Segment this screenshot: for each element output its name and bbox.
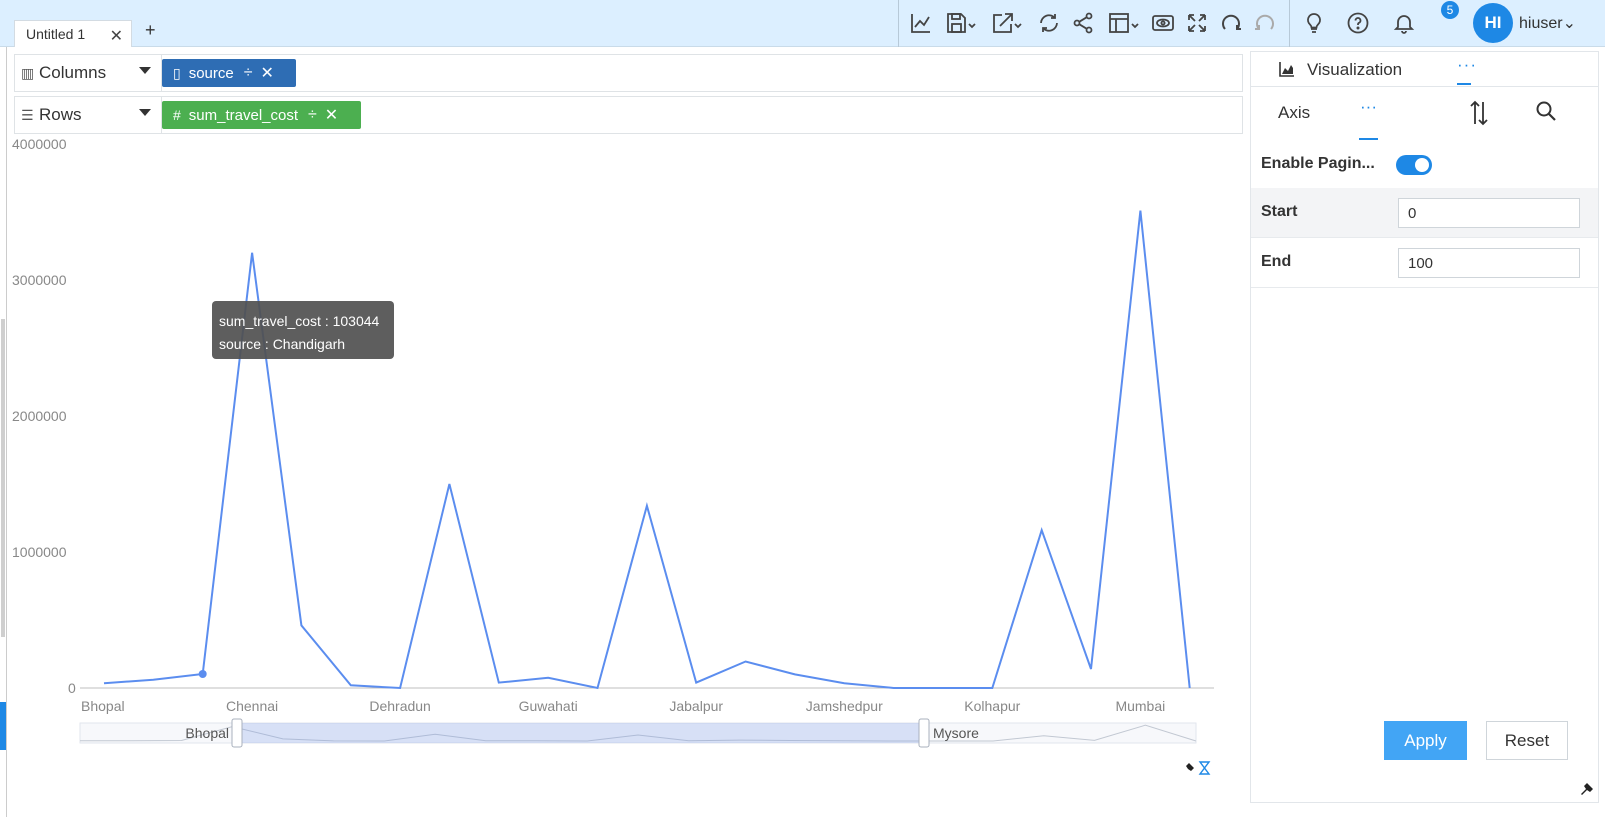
bell-icon[interactable]: [1389, 8, 1419, 38]
columns-icon: ▥: [21, 65, 35, 81]
end-row: End: [1251, 238, 1598, 288]
x-tick-label: Chennai: [226, 698, 278, 714]
redo-icon[interactable]: [1250, 8, 1280, 38]
share-icon[interactable]: [1068, 8, 1098, 38]
rows-icon: ☰: [21, 107, 34, 123]
dimension-icon: ▯: [173, 64, 181, 81]
notification-badge: 5: [1441, 1, 1459, 19]
properties-panel: Visualization ··· Axis ··· Enable Pagin.…: [1250, 51, 1599, 803]
lightbulb-icon[interactable]: [1299, 8, 1329, 38]
chevron-down-icon: ⌄: [1562, 15, 1576, 32]
tab-visualization[interactable]: Visualization: [1307, 60, 1402, 80]
sort-icon[interactable]: [1467, 99, 1491, 127]
pin-icon[interactable]: [1183, 763, 1194, 774]
preview-icon[interactable]: [1148, 8, 1178, 38]
end-label: End: [1261, 253, 1292, 270]
layout-icon[interactable]: [1104, 8, 1144, 38]
close-icon[interactable]: ✕: [110, 26, 123, 46]
x-tick-label: Jamshedpur: [806, 698, 883, 714]
search-icon[interactable]: [1535, 100, 1557, 122]
columns-shelf-label[interactable]: ▥ Columns: [15, 55, 162, 91]
start-label: Start: [1261, 203, 1298, 220]
zoom-handle-start[interactable]: [231, 718, 243, 748]
tab-label: Untitled 1: [26, 26, 86, 42]
panel-header: Visualization ···: [1251, 52, 1598, 87]
zoom-start-label: Bhopal: [185, 725, 229, 741]
start-input[interactable]: [1398, 198, 1580, 228]
tab-sub-more[interactable]: ···: [1360, 97, 1377, 117]
caret-down-icon[interactable]: [139, 109, 151, 116]
fullscreen-icon[interactable]: [1182, 8, 1212, 38]
y-axis: 0 1000000 2000000 3000000 4000000: [12, 136, 76, 696]
zoom-handle-end[interactable]: [918, 718, 930, 748]
panel-subtabs: Axis ···: [1251, 88, 1598, 140]
pill-options-icon[interactable]: ÷: [244, 64, 253, 82]
x-tick-label: Mumbai: [1115, 698, 1165, 714]
measure-icon: #: [173, 107, 181, 123]
close-icon[interactable]: ✕: [325, 105, 338, 125]
area-chart-icon: [1279, 62, 1294, 77]
start-row: Start: [1251, 188, 1598, 238]
highlight-point[interactable]: [198, 669, 207, 678]
reset-button[interactable]: Reset: [1486, 721, 1568, 760]
refresh-icon[interactable]: [1034, 8, 1064, 38]
end-input[interactable]: [1398, 248, 1580, 278]
toolbar-divider: [898, 0, 899, 47]
x-tick-label: Bhopal: [81, 698, 125, 714]
toggle-knob: [1415, 158, 1429, 172]
pill-options-icon[interactable]: ÷: [308, 106, 317, 124]
x-tick-label: Kolhapur: [964, 698, 1020, 714]
hourglass-icon[interactable]: [1198, 761, 1211, 775]
x-tick-label: Dehradun: [369, 698, 431, 714]
x-axis: Bhopal Chennai Dehradun Guwahati Jabalpur Jam…: [81, 698, 1165, 714]
pagination-toggle-row: Enable Pagin...: [1251, 140, 1598, 190]
enable-pagination-label: Enable Pagin...: [1261, 155, 1375, 172]
zoom-window[interactable]: [238, 723, 924, 743]
avatar[interactable]: HI: [1473, 3, 1513, 43]
x-tick-label: Jabalpur: [669, 698, 723, 714]
line-chart[interactable]: 0 1000000 2000000 3000000 4000000 Bhopal Chen…: [0, 135, 1245, 817]
pin-icon[interactable]: [1579, 780, 1595, 796]
rows-shelf[interactable]: ☰ Rows # sum_travel_cost ÷ ✕: [14, 96, 1243, 134]
tab-untitled[interactable]: Untitled 1 ✕: [14, 20, 132, 47]
rows-shelf-label[interactable]: ☰ Rows: [15, 97, 162, 133]
add-tab-button[interactable]: +: [145, 20, 156, 41]
y-tick-label: 0: [68, 680, 76, 696]
toolbar-divider: [1289, 0, 1290, 47]
top-bar: Untitled 1 ✕ + 5 HI hiuser⌄: [0, 0, 1605, 47]
username-label: hiuser: [1519, 15, 1563, 32]
export-icon[interactable]: [988, 8, 1026, 38]
columns-shelf[interactable]: ▥ Columns ▯ source ÷ ✕: [14, 54, 1243, 92]
help-icon[interactable]: [1343, 8, 1373, 38]
close-icon[interactable]: ✕: [261, 63, 274, 83]
chart-tooltip: sum_travel_cost : 103044 source : Chandi…: [212, 301, 394, 359]
active-tab-indicator: [1457, 83, 1471, 85]
y-tick-label: 1000000: [12, 544, 67, 560]
y-tick-label: 4000000: [12, 136, 67, 152]
y-tick-label: 3000000: [12, 272, 67, 288]
caret-down-icon[interactable]: [139, 67, 151, 74]
y-tick-label: 2000000: [12, 408, 67, 424]
undo-icon[interactable]: [1216, 8, 1246, 38]
save-icon[interactable]: [942, 8, 980, 38]
apply-button[interactable]: Apply: [1384, 721, 1467, 760]
source-pill[interactable]: ▯ source ÷ ✕: [162, 59, 296, 87]
user-menu[interactable]: hiuser⌄: [1519, 13, 1576, 33]
zoom-end-label: Mysore: [933, 725, 979, 741]
series-line[interactable]: [103, 210, 1191, 690]
tab-more[interactable]: ···: [1457, 55, 1477, 75]
line-chart-icon[interactable]: [906, 8, 936, 38]
x-tick-label: Guwahati: [519, 698, 578, 714]
enable-pagination-toggle[interactable]: [1396, 155, 1432, 175]
tab-axis[interactable]: Axis: [1278, 103, 1310, 123]
sum-travel-cost-pill[interactable]: # sum_travel_cost ÷ ✕: [162, 101, 361, 129]
